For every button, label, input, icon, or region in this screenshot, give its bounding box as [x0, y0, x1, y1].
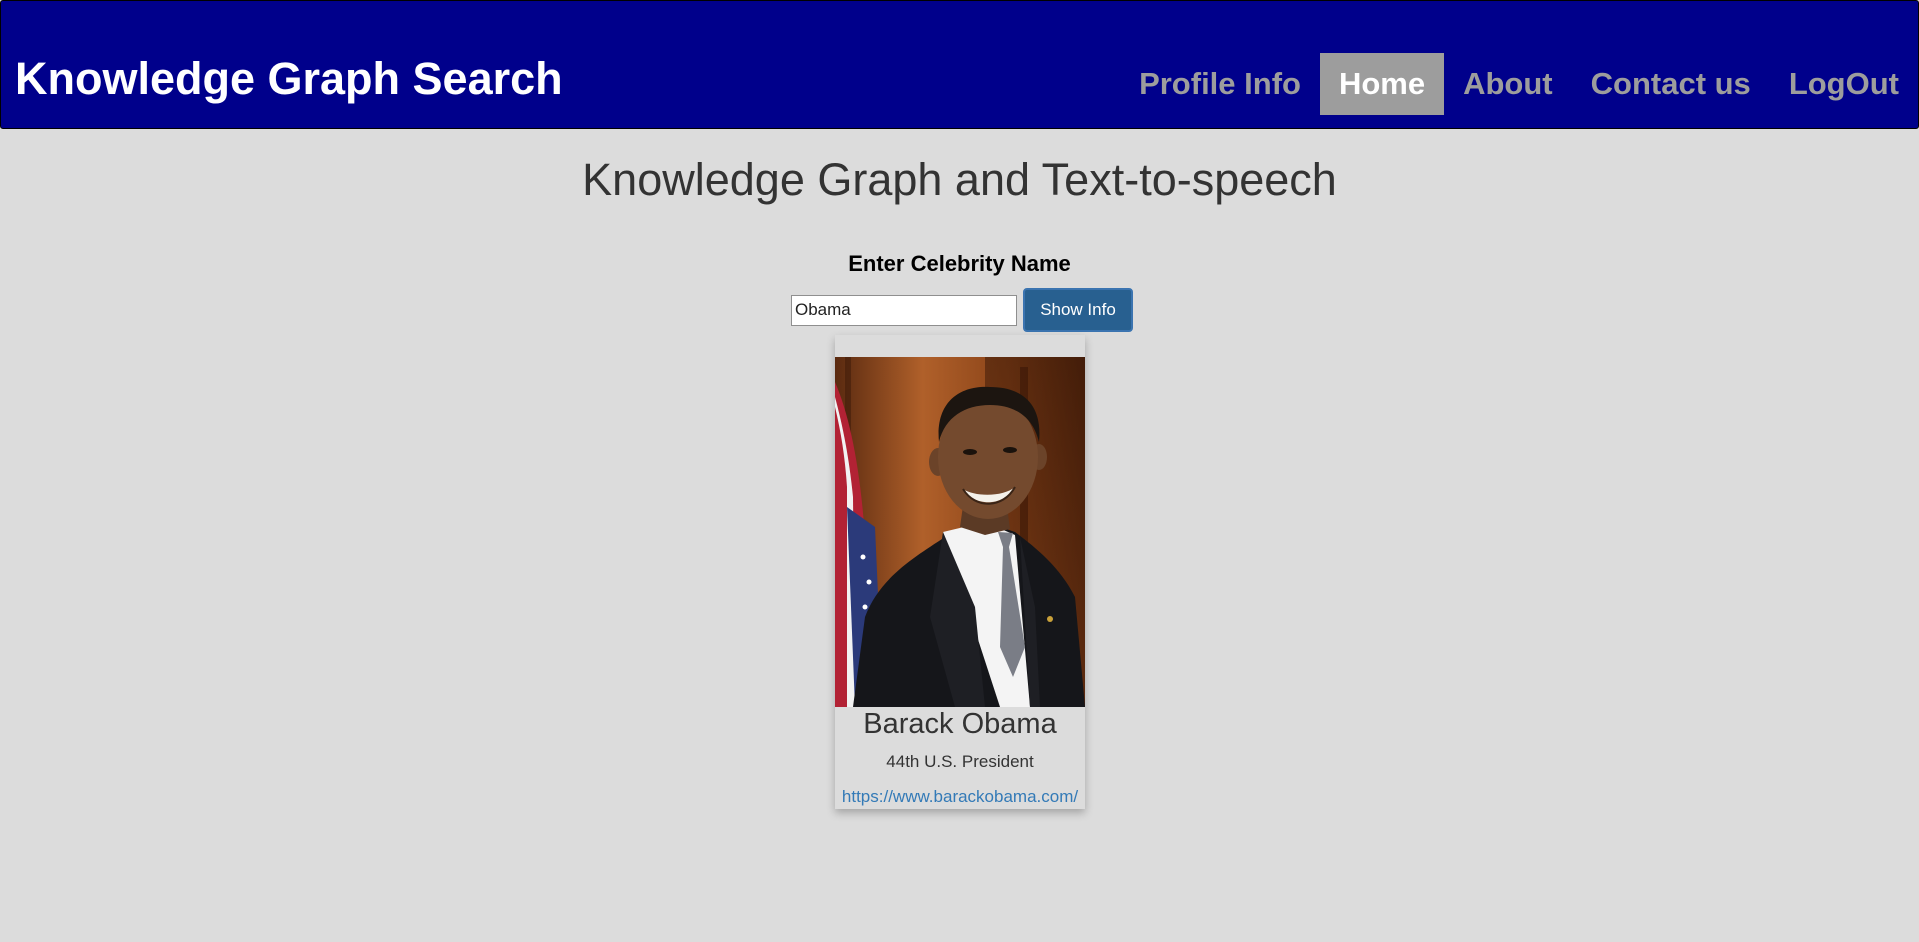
nav-item-profile-info[interactable]: Profile Info — [1120, 53, 1320, 115]
nav-menu: Profile Info Home About Contact us LogOu… — [1120, 53, 1918, 115]
celebrity-website-link[interactable]: https://www.barackobama.com/ — [835, 786, 1085, 808]
result-card: Barack Obama 44th U.S. President https:/… — [835, 335, 1085, 809]
celebrity-photo — [835, 357, 1085, 707]
celebrity-description: 44th U.S. President — [886, 752, 1034, 771]
celebrity-name: Barack Obama — [863, 708, 1057, 740]
show-info-button[interactable]: Show Info — [1023, 288, 1133, 332]
page-title: Knowledge Graph and Text-to-speech — [582, 154, 1337, 205]
celebrity-name-input[interactable] — [791, 294, 1017, 326]
nav-item-contact-us[interactable]: Contact us — [1572, 53, 1770, 115]
brand-title[interactable]: Knowledge Graph Search — [15, 51, 563, 107]
navbar: Knowledge Graph Search Profile Info Home… — [0, 0, 1919, 129]
search-form: Show Info — [791, 288, 1133, 332]
nav-item-about[interactable]: About — [1444, 53, 1572, 115]
nav-item-logout[interactable]: LogOut — [1770, 53, 1918, 115]
nav-item-home[interactable]: Home — [1319, 53, 1445, 115]
celebrity-name-label: Enter Celebrity Name — [848, 251, 1071, 276]
